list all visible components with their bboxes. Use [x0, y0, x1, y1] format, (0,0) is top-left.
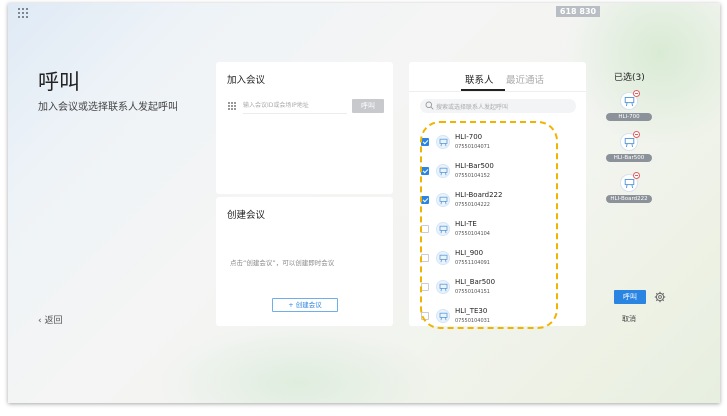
- gear-icon[interactable]: [654, 291, 666, 303]
- contact-name: HLI-700: [455, 133, 483, 141]
- dialpad-icon: [228, 102, 236, 111]
- contact-name: HLI_TE30: [455, 307, 488, 315]
- selected-item: HLI-700: [606, 90, 654, 127]
- contact-number: 07551104091: [455, 260, 490, 266]
- contact-checkbox[interactable]: [421, 138, 429, 146]
- terminal-device-icon: [436, 251, 450, 265]
- call-button[interactable]: 呼叫: [614, 290, 646, 304]
- terminal-device-icon: [436, 280, 450, 294]
- contact-number: 07550104151: [455, 289, 490, 295]
- terminal-device-icon: [436, 309, 450, 323]
- contact-row[interactable]: HLI_900 07551104091: [409, 244, 586, 273]
- remove-minus-icon[interactable]: [633, 172, 640, 179]
- cancel-button[interactable]: 取消: [622, 314, 636, 324]
- contact-checkbox[interactable]: [421, 225, 429, 233]
- page-subtitle: 加入会议或选择联系人发起呼叫: [38, 102, 178, 113]
- terminal-device-icon: [436, 135, 450, 149]
- contact-number: 07550104031: [455, 318, 490, 324]
- contact-checkbox[interactable]: [421, 283, 429, 291]
- contact-row[interactable]: HLI_TE30 07550104031: [409, 302, 586, 326]
- selected-item-label: HLI-Bar500: [606, 154, 652, 162]
- terminal-device-icon: [436, 193, 450, 207]
- contact-search-input[interactable]: 搜索或选择联系人发起呼叫: [420, 99, 576, 113]
- back-label: 返回: [44, 316, 63, 326]
- contact-number: 07550104104: [455, 231, 490, 237]
- meeting-id-input[interactable]: [243, 98, 347, 114]
- back-button[interactable]: ‹ 返回: [38, 313, 63, 326]
- contact-name: HLI-TE: [455, 220, 477, 228]
- page-title: 呼叫: [38, 70, 80, 94]
- selected-item: HLI-Board222: [606, 172, 654, 209]
- contact-row[interactable]: HLI_Bar500 07550104151: [409, 273, 586, 302]
- tab-recent-calls[interactable]: 最近通话: [506, 72, 544, 86]
- selected-count-header: 已选(3): [614, 73, 645, 83]
- search-icon: [425, 101, 434, 110]
- join-meeting-card: 加入会议 呼叫: [216, 62, 393, 194]
- contact-checkbox[interactable]: [421, 312, 429, 320]
- contact-checkbox[interactable]: [421, 196, 429, 204]
- join-call-button[interactable]: 呼叫: [352, 99, 384, 113]
- contact-number: 07550104222: [455, 202, 490, 208]
- terminal-device-icon: [436, 222, 450, 236]
- contact-name: HLI_Bar500: [455, 278, 496, 286]
- contact-row[interactable]: HLI-700 07550104071: [409, 128, 586, 157]
- selected-item-label: HLI-700: [606, 113, 652, 121]
- contact-row[interactable]: HLI-Bar500 07550104152: [409, 157, 586, 186]
- contacts-card: 联系人 最近通话 搜索或选择联系人发起呼叫 HLI-700 0755010407…: [409, 62, 586, 326]
- remove-minus-icon[interactable]: [633, 131, 640, 138]
- terminal-device-icon: [436, 164, 450, 178]
- tab-contacts[interactable]: 联系人: [465, 72, 494, 86]
- contact-number: 07550104152: [455, 173, 490, 179]
- create-meeting-card: 创建会议 点击“创建会议”，可以创建即时会议 + 创建会议: [216, 197, 393, 326]
- remove-minus-icon[interactable]: [633, 90, 640, 97]
- tab-divider: [409, 91, 586, 92]
- contact-name: HLI-Bar500: [455, 162, 494, 170]
- contact-row[interactable]: HLI-TE 07550104104: [409, 215, 586, 244]
- app-grid-icon[interactable]: [18, 8, 28, 18]
- search-placeholder: 搜索或选择联系人发起呼叫: [436, 104, 509, 111]
- contact-row[interactable]: HLI-Board222 07550104222: [409, 186, 586, 215]
- selected-item: HLI-Bar500: [606, 131, 654, 168]
- contact-checkbox[interactable]: [421, 254, 429, 262]
- create-meeting-hint: 点击“创建会议”，可以创建即时会议: [230, 259, 335, 267]
- create-meeting-button[interactable]: + 创建会议: [272, 298, 338, 312]
- contact-number: 07550104071: [455, 144, 490, 150]
- meeting-id-badge: 618 830: [556, 6, 600, 17]
- contact-checkbox[interactable]: [421, 167, 429, 175]
- join-meeting-title: 加入会议: [227, 75, 266, 86]
- selected-item-label: HLI-Board222: [606, 195, 652, 203]
- chevron-left-icon: ‹: [38, 316, 42, 326]
- contact-name: HLI-Board222: [455, 191, 503, 199]
- call-screen: 618 830 呼叫 加入会议或选择联系人发起呼叫 ‹ 返回 加入会议 呼叫 创…: [8, 3, 720, 403]
- contact-name: HLI_900: [455, 249, 484, 257]
- create-meeting-title: 创建会议: [227, 210, 266, 221]
